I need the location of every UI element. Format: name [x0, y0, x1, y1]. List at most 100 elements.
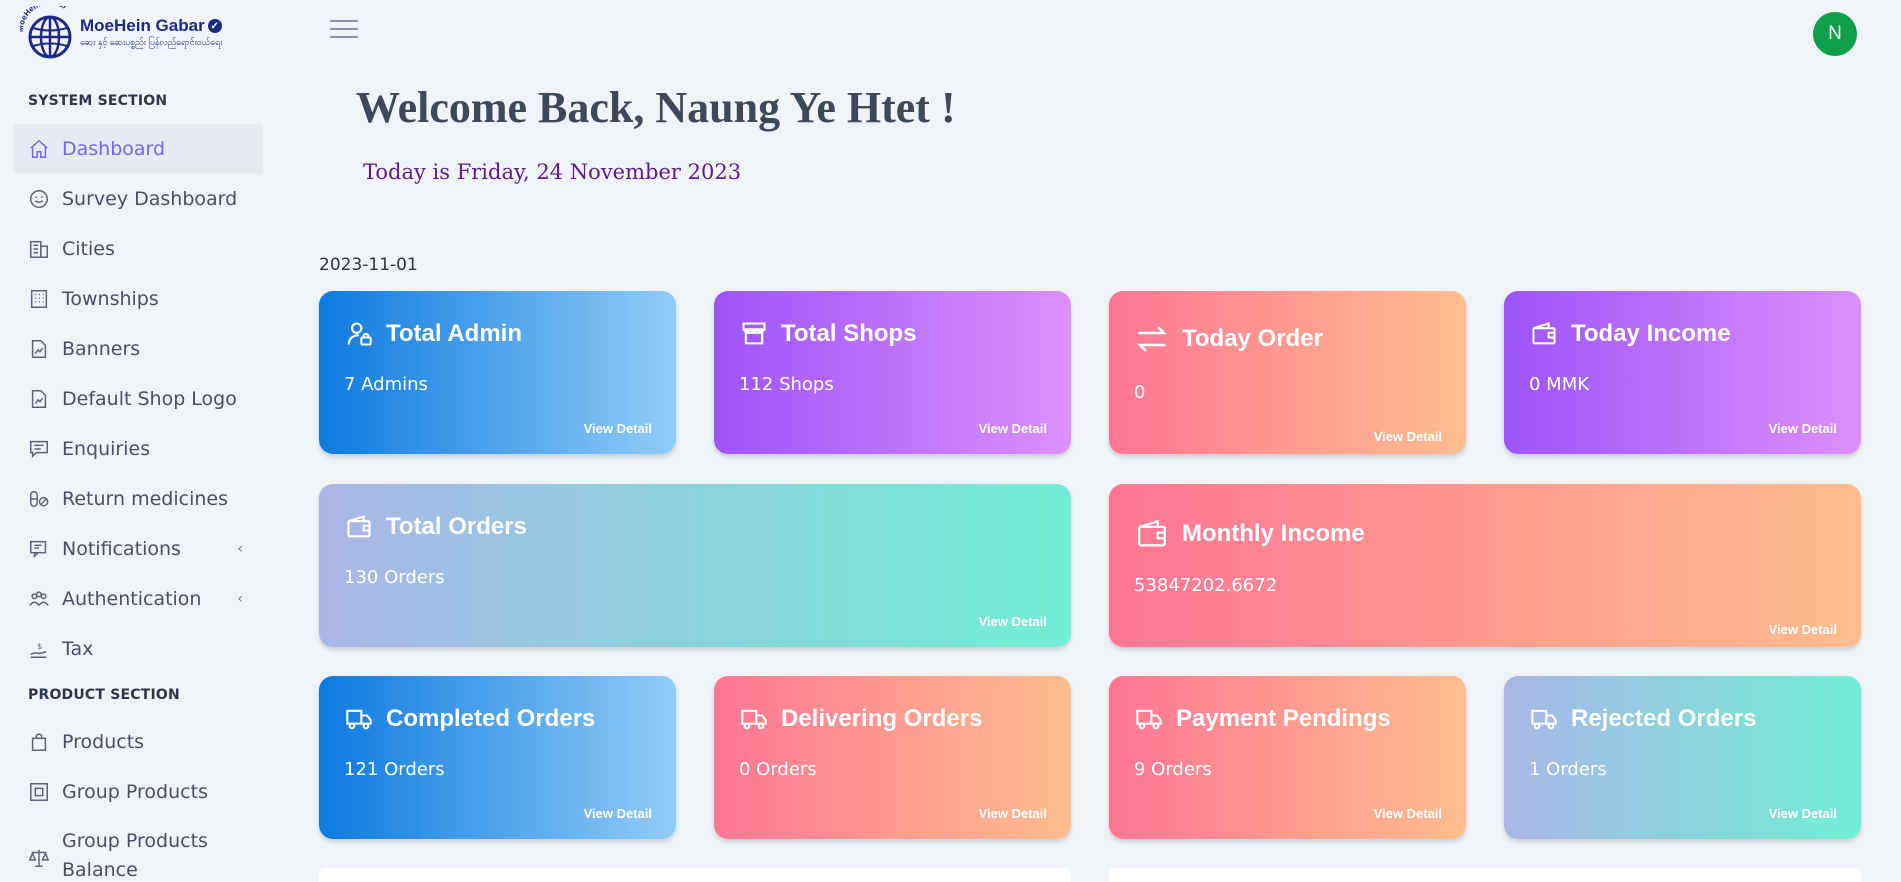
card-title-text: Today Order	[1182, 325, 1323, 352]
building-icon	[28, 238, 50, 260]
verified-check-icon: ✓	[207, 19, 222, 33]
card-title-text: Total Admin	[386, 320, 522, 347]
card-title-text: Total Orders	[386, 513, 527, 540]
sidebar: MoeHein Gabar MoeHein Gabar✓ ဆေး နှင့် ဆ…	[0, 0, 273, 882]
image-file-icon	[28, 338, 50, 360]
sidebar-item-enquiries[interactable]: Enquiries	[13, 424, 263, 474]
sidebar-item-label: Default Shop Logo	[62, 388, 237, 410]
delivering-orders-card[interactable]: Delivering Orders 0 Orders View Detail	[714, 676, 1071, 839]
smile-icon	[28, 188, 50, 210]
view-detail-link[interactable]: View Detail	[979, 806, 1047, 821]
truck-icon	[344, 704, 374, 734]
wallet-icon	[1134, 516, 1170, 552]
card-value: 1 Orders	[1529, 759, 1607, 780]
sidebar-item-group-products[interactable]: Group Products	[13, 767, 263, 817]
sidebar-item-townships[interactable]: Townships	[13, 274, 263, 324]
sidebar-item-banners[interactable]: Banners	[13, 324, 263, 374]
sidebar-item-dashboard[interactable]: Dashboard	[13, 124, 263, 174]
view-detail-link[interactable]: View Detail	[979, 421, 1047, 436]
card-title-text: Rejected Orders	[1571, 705, 1757, 732]
sidebar-item-label: Townships	[62, 288, 159, 310]
card-value: 0	[1134, 382, 1146, 403]
sidebar-item-label: Notifications	[62, 538, 181, 560]
sidebar-item-label: Authentication	[62, 588, 202, 610]
view-detail-link[interactable]: View Detail	[1374, 806, 1442, 821]
sidebar-item-authentication[interactable]: Authentication ‹	[13, 574, 263, 624]
card-title-text: Delivering Orders	[781, 705, 983, 732]
system-section-title: SYSTEM SECTION	[28, 93, 168, 109]
view-detail-link[interactable]: View Detail	[1769, 622, 1837, 637]
card-title-text: Total Shops	[781, 320, 917, 347]
total-orders-card[interactable]: Total Orders 130 Orders View Detail	[319, 484, 1071, 647]
card-title-text: Payment Pendings	[1176, 705, 1391, 732]
wallet-icon	[1529, 319, 1559, 349]
group-box-icon	[28, 781, 50, 803]
card-title: Rejected Orders	[1529, 704, 1756, 734]
card-title: Total Orders	[344, 512, 527, 542]
card-title: Monthly Income	[1134, 516, 1365, 552]
sidebar-item-label: Banners	[62, 338, 141, 360]
view-detail-link[interactable]: View Detail	[979, 614, 1047, 629]
sidebar-item-products[interactable]: Products	[13, 717, 263, 767]
view-detail-link[interactable]: View Detail	[584, 421, 652, 436]
admin-user-icon	[344, 319, 374, 349]
transfer-arrows-icon	[1134, 321, 1170, 357]
truck-icon	[1529, 704, 1559, 734]
rejected-orders-card[interactable]: Rejected Orders 1 Orders View Detail	[1504, 676, 1861, 839]
office-building-icon	[28, 288, 50, 310]
sidebar-item-label: Products	[62, 731, 145, 753]
brand-subtitle: ဆေး နှင့် ဆေးပစ္စည်း ပြန်လည်ရောင်းဝယ်ရေး	[80, 38, 223, 48]
sidebar-item-label: Survey Dashboard	[62, 188, 238, 210]
card-title: Delivering Orders	[739, 704, 982, 734]
total-shops-card[interactable]: Total Shops 112 Shops View Detail	[714, 291, 1071, 454]
hand-coin-icon: $	[28, 638, 50, 660]
today-income-card[interactable]: Today Income 0 MMK View Detail	[1504, 291, 1861, 454]
bottom-panel-right	[1109, 868, 1861, 882]
chevron-left-icon: ‹	[237, 541, 243, 557]
view-detail-link[interactable]: View Detail	[1769, 421, 1837, 436]
card-value: 53847202.6672	[1134, 575, 1278, 596]
monthly-income-card[interactable]: Monthly Income 53847202.6672 View Detail	[1109, 484, 1861, 647]
truck-icon	[739, 704, 769, 734]
sidebar-item-group-products-balance[interactable]: Group Products Balance	[13, 827, 263, 882]
sidebar-item-cities[interactable]: Cities	[13, 224, 263, 274]
user-avatar[interactable]: N	[1813, 12, 1857, 56]
sidebar-item-notifications[interactable]: Notifications ‹	[13, 524, 263, 574]
card-title: Completed Orders	[344, 704, 595, 734]
sidebar-item-label: Tax	[62, 638, 94, 660]
globe-logo-icon: MoeHein Gabar	[20, 6, 72, 59]
payment-pendings-card[interactable]: Payment Pendings 9 Orders View Detail	[1109, 676, 1466, 839]
completed-orders-card[interactable]: Completed Orders 121 Orders View Detail	[319, 676, 676, 839]
sidebar-item-label: Dashboard	[62, 138, 166, 160]
sidebar-item-return-medicines[interactable]: Return medicines	[13, 474, 263, 524]
shopping-bag-icon	[28, 731, 50, 753]
users-group-icon	[28, 588, 50, 610]
card-value: 7 Admins	[344, 374, 428, 395]
view-detail-link[interactable]: View Detail	[584, 806, 652, 821]
scale-icon	[28, 847, 50, 869]
wallet-icon	[344, 512, 374, 542]
chevron-left-icon: ‹	[237, 591, 243, 607]
sidebar-item-label: Return medicines	[62, 488, 228, 510]
image-file-icon	[28, 388, 50, 410]
card-value: 0 Orders	[739, 759, 817, 780]
card-title-text: Completed Orders	[386, 705, 596, 732]
store-icon	[739, 319, 769, 349]
menu-toggle-icon[interactable]	[330, 20, 358, 42]
sidebar-item-default-shop-logo[interactable]: Default Shop Logo	[13, 374, 263, 424]
today-order-card[interactable]: Today Order 0 View Detail	[1109, 291, 1466, 454]
total-admin-card[interactable]: Total Admin 7 Admins View Detail	[319, 291, 676, 454]
card-title: Total Admin	[344, 319, 522, 349]
sidebar-item-survey-dashboard[interactable]: Survey Dashboard	[13, 174, 263, 224]
view-detail-link[interactable]: View Detail	[1769, 806, 1837, 821]
card-value: 0 MMK	[1529, 374, 1590, 395]
today-date-text: Today is Friday, 24 November 2023	[363, 160, 742, 184]
card-value: 121 Orders	[344, 759, 445, 780]
brand-logo[interactable]: MoeHein Gabar MoeHein Gabar✓ ဆေး နှင့် ဆ…	[20, 6, 240, 60]
brand-title-text: MoeHein Gabar	[80, 16, 205, 35]
chat-screen-icon	[28, 538, 50, 560]
truck-icon	[1134, 704, 1164, 734]
sidebar-item-tax[interactable]: $ Tax	[13, 624, 263, 674]
view-detail-link[interactable]: View Detail	[1374, 429, 1442, 444]
sidebar-item-label: Group Products	[62, 781, 208, 803]
